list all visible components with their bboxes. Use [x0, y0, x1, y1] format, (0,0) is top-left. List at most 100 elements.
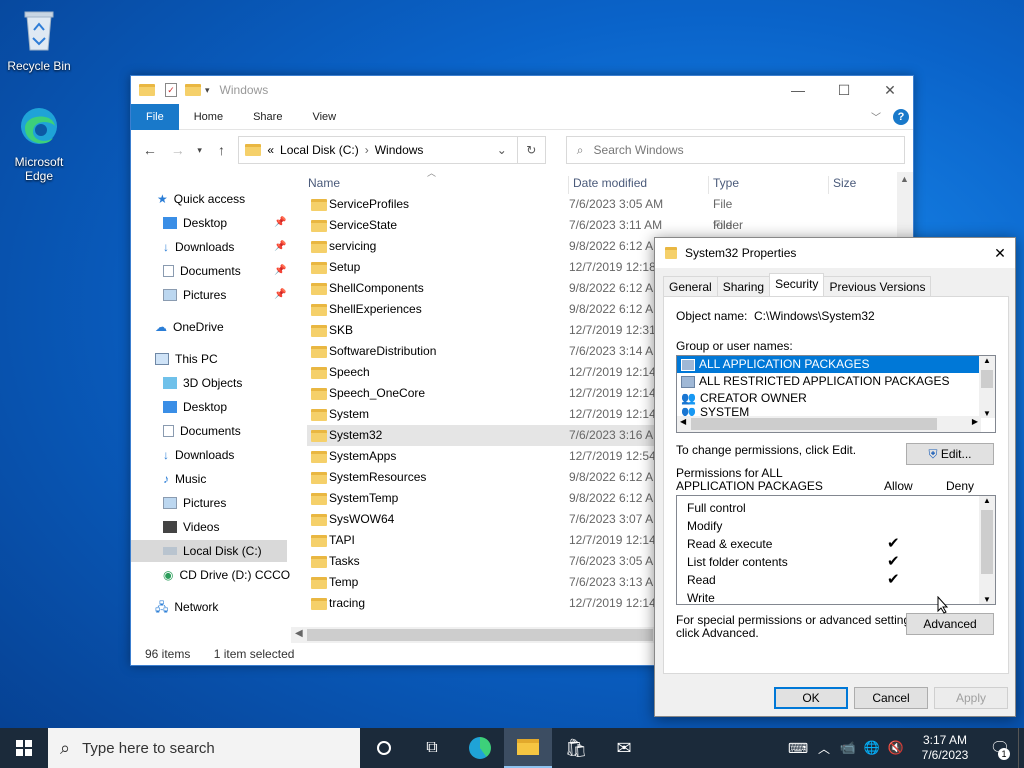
table-row[interactable]: Speech_OneCore 12/7/2019 12:14: [307, 383, 667, 404]
table-row[interactable]: Tasks 7/6/2023 3:05 AM: [307, 551, 667, 572]
sidebar-item-documents[interactable]: Documents: [163, 260, 241, 282]
table-row[interactable]: Setup 12/7/2019 12:18: [307, 257, 667, 278]
breadcrumb-local-disk[interactable]: Local Disk (C:): [280, 143, 359, 157]
address-bar[interactable]: « Local Disk (C:) › Windows ⌄ ↻: [238, 136, 546, 164]
address-dropdown-icon[interactable]: ⌄: [497, 143, 511, 157]
chevron-down-icon[interactable]: ▾: [205, 85, 210, 96]
pin-icon[interactable]: 📌: [274, 265, 286, 276]
sidebar-item-onedrive[interactable]: ☁ OneDrive: [155, 316, 224, 338]
maximize-button[interactable]: ☐: [821, 76, 867, 104]
table-row[interactable]: ShellComponents 9/8/2022 6:12 AM: [307, 278, 667, 299]
horizontal-scrollbar[interactable]: ◀: [291, 627, 655, 643]
scroll-left-icon[interactable]: ◀: [295, 628, 303, 639]
taskbar-search-box[interactable]: ⌕ Type here to search: [48, 728, 360, 768]
pin-icon[interactable]: 📌: [274, 217, 286, 228]
list-item[interactable]: 👥 CREATOR OWNER: [677, 390, 995, 407]
scroll-thumb[interactable]: [691, 418, 937, 430]
scroll-down-icon[interactable]: ▼: [983, 409, 991, 418]
forward-button[interactable]: →: [167, 142, 189, 158]
refresh-button[interactable]: ↻: [516, 137, 545, 163]
pin-icon[interactable]: 📌: [274, 289, 286, 300]
scroll-right-icon[interactable]: ▶: [972, 417, 978, 426]
tab-view[interactable]: View: [297, 104, 351, 130]
cancel-button[interactable]: Cancel: [854, 687, 928, 709]
list-item[interactable]: ALL RESTRICTED APPLICATION PACKAGES: [677, 373, 995, 390]
permissions-list[interactable]: Full control Modify Read & execute ✔ List fo…: [676, 495, 996, 605]
tab-sharing[interactable]: Sharing: [716, 276, 771, 296]
tab-home[interactable]: Home: [179, 104, 238, 130]
store-taskbar-button[interactable]: 🛍: [552, 728, 600, 768]
desktop-icon-edge[interactable]: Microsoft Edge: [1, 104, 77, 183]
tab-file[interactable]: File: [131, 103, 179, 130]
mail-taskbar-button[interactable]: ✉: [600, 728, 648, 768]
sidebar-item-local-disk[interactable]: Local Disk (C:): [163, 540, 262, 562]
sidebar-item-pictures[interactable]: Pictures: [163, 284, 226, 306]
table-row[interactable]: SysWOW64 7/6/2023 3:07 AM: [307, 509, 667, 530]
sidebar-item-downloads[interactable]: ↓ Downloads: [163, 236, 234, 258]
sidebar-item-pc-downloads[interactable]: ↓ Downloads: [163, 444, 234, 466]
column-header-date[interactable]: Date modified: [568, 176, 647, 194]
group-list[interactable]: ALL APPLICATION PACKAGES ALL RESTRICTED …: [676, 355, 996, 433]
sidebar-item-videos[interactable]: Videos: [163, 516, 219, 538]
horizontal-scroll-thumb[interactable]: [307, 629, 653, 641]
column-header-name[interactable]: Name: [308, 176, 340, 194]
scroll-up-icon[interactable]: ▲: [900, 174, 909, 184]
sidebar-item-network[interactable]: 🖧 Network: [155, 596, 218, 618]
sidebar-item-cd-drive[interactable]: ◉ CD Drive (D:) CCCO: [163, 564, 290, 586]
permissions-vscroll[interactable]: ▲ ▼: [979, 496, 995, 604]
meet-now-icon[interactable]: 📹: [836, 740, 860, 756]
show-desktop-button[interactable]: [1018, 728, 1024, 768]
table-row[interactable]: ServiceProfiles 7/6/2023 3:05 AM File fold…: [307, 194, 743, 232]
edit-button[interactable]: ⛨ Edit...: [906, 443, 994, 465]
expand-ribbon-icon[interactable]: ﹀: [871, 109, 881, 124]
table-row[interactable]: TAPI 12/7/2019 12:14: [307, 530, 667, 551]
sidebar-item-desktop[interactable]: Desktop: [163, 212, 227, 234]
table-row[interactable]: SystemResources 9/8/2022 6:12 AM: [307, 467, 667, 488]
table-row[interactable]: servicing 9/8/2022 6:12 AM: [307, 236, 667, 257]
new-folder-icon[interactable]: [185, 84, 201, 96]
back-button[interactable]: ←: [139, 142, 161, 158]
sidebar-item-pictures-pc[interactable]: Pictures: [163, 492, 226, 514]
scroll-up-icon[interactable]: ▲: [983, 496, 991, 505]
sidebar-item-pc-documents[interactable]: Documents: [163, 420, 241, 442]
scroll-up-icon[interactable]: ▲: [983, 356, 991, 365]
advanced-button[interactable]: Advanced: [906, 613, 994, 635]
list-item[interactable]: ALL APPLICATION PACKAGES: [677, 356, 979, 373]
task-view-button[interactable]: ⧉: [408, 728, 456, 768]
file-explorer-taskbar-button[interactable]: [504, 728, 552, 768]
scroll-left-icon[interactable]: ◀: [680, 417, 686, 426]
sidebar-item-3d-objects[interactable]: 3D Objects: [163, 372, 242, 394]
show-hidden-icons-chevron-icon[interactable]: ︿: [812, 740, 836, 757]
group-list-hscroll[interactable]: ◀ ▶: [677, 416, 981, 432]
minimize-button[interactable]: —: [775, 76, 821, 104]
clock[interactable]: 3:17 AM 7/6/2023: [908, 733, 982, 763]
sidebar-item-music[interactable]: ♪ Music: [163, 468, 206, 490]
breadcrumb-windows[interactable]: Windows: [375, 143, 424, 157]
cortana-button[interactable]: [360, 728, 408, 768]
apply-button[interactable]: Apply: [934, 687, 1008, 709]
table-row[interactable]: SoftwareDistribution 7/6/2023 3:14 AM: [307, 341, 667, 362]
table-row[interactable]: ServiceState7/6/2023 3:11 AMFile folder: [307, 215, 743, 253]
column-header-type[interactable]: Type: [708, 176, 739, 194]
scroll-thumb[interactable]: [981, 510, 993, 574]
table-row[interactable]: ShellExperiences 9/8/2022 6:12 AM: [307, 299, 667, 320]
network-tray-icon[interactable]: 🌐: [860, 740, 884, 756]
table-row[interactable]: System 12/7/2019 12:14: [307, 404, 667, 425]
tab-security[interactable]: Security: [769, 273, 825, 296]
tab-previous-versions[interactable]: Previous Versions: [823, 276, 932, 296]
notifications-button[interactable]: 🗨 1: [982, 728, 1018, 768]
table-row[interactable]: tracing 12/7/2019 12:14: [307, 593, 667, 614]
volume-muted-icon[interactable]: 🔇: [884, 740, 908, 756]
up-button[interactable]: ↑: [211, 142, 233, 158]
table-row[interactable]: SystemApps 12/7/2019 12:54: [307, 446, 667, 467]
table-row[interactable]: SystemTemp 9/8/2022 6:12 AM: [307, 488, 667, 509]
scroll-thumb[interactable]: [981, 370, 993, 388]
sidebar-item-quick-access[interactable]: ★ Quick access: [157, 188, 245, 210]
keyboard-icon[interactable]: ⌨: [784, 740, 812, 757]
group-list-vscroll[interactable]: ▲ ▼: [979, 356, 995, 418]
close-button[interactable]: ✕: [867, 76, 913, 104]
dialog-close-icon[interactable]: ✕: [985, 245, 1015, 262]
column-header-size[interactable]: Size: [828, 176, 856, 194]
scroll-down-icon[interactable]: ▼: [983, 595, 991, 604]
edge-taskbar-button[interactable]: [456, 728, 504, 768]
